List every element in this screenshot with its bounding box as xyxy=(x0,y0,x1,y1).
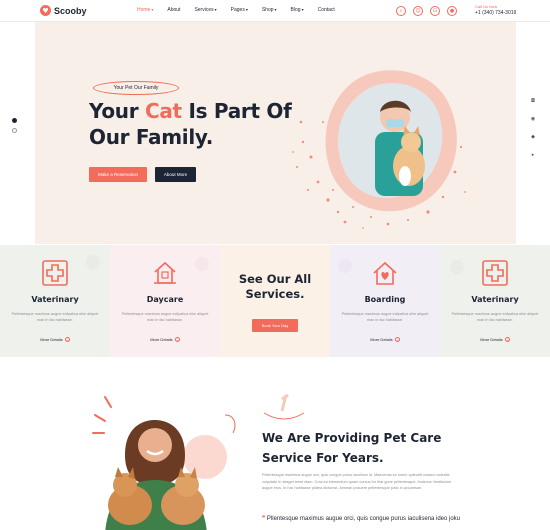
heart-house-icon xyxy=(373,261,397,285)
services-title: See Our All Services. xyxy=(238,272,312,301)
service-name: Vaterinary xyxy=(31,295,79,304)
chevron-down-icon: ▾ xyxy=(274,7,277,12)
service-desc: Pellentesque maximus augue ecilpalica ul… xyxy=(341,312,429,322)
nav-item-services[interactable]: Services▾ xyxy=(194,7,216,13)
social-links: ◘ ◉ ◆ ▸ xyxy=(530,98,536,158)
account-icon[interactable]: ● xyxy=(447,6,457,16)
nav-item-shop[interactable]: Shop▾ xyxy=(262,7,277,13)
hero-cat-image xyxy=(292,70,466,229)
service-card-vaterinary-1[interactable]: Vaterinary Pellentesque maximus augue ec… xyxy=(0,245,110,357)
paw-decoration xyxy=(338,259,352,273)
about-more-button[interactable]: About More xyxy=(155,167,196,182)
more-details-link[interactable]: More Details → xyxy=(110,337,220,342)
facebook-icon[interactable]: ▸ xyxy=(530,152,536,158)
search-icon[interactable]: ⌕ xyxy=(396,6,406,16)
hero-title: Your Cat Is Part Of Our Family. xyxy=(89,99,292,149)
nav-item-about[interactable]: About xyxy=(167,7,180,13)
service-card-daycare[interactable]: Daycare Pellentesque maximus augue ecilp… xyxy=(110,245,220,357)
hero-banner: Your Pet Our Family Your Cat Is Part Of … xyxy=(35,22,516,244)
cart-icon[interactable]: ⊡ xyxy=(430,6,440,16)
logo[interactable]: ♥ Scooby xyxy=(40,5,87,16)
service-desc: Pellentesque maximus augue ecilpalica ul… xyxy=(451,312,539,322)
slider-dot-1[interactable] xyxy=(12,118,17,123)
nav-item-contact[interactable]: Contact xyxy=(318,7,335,13)
nav-item-pages[interactable]: Pages▾ xyxy=(231,7,248,13)
page: ♥ Scooby Home▾ About Services▾ Pages▾ Sh… xyxy=(0,0,550,530)
about-quote: ❞ Pllentesque maximus augue orci, quis c… xyxy=(262,515,461,522)
site-header: ♥ Scooby Home▾ About Services▾ Pages▾ Sh… xyxy=(0,0,550,22)
services-strip: Vaterinary Pellentesque maximus augue ec… xyxy=(0,245,550,357)
arrow-right-icon: → xyxy=(174,337,180,342)
medical-cross-icon xyxy=(42,260,68,286)
call-us[interactable]: Call Us Now +1 (340) 734-3019 xyxy=(475,4,516,16)
chevron-down-icon: ▾ xyxy=(214,7,217,12)
pinterest-icon[interactable]: ◉ xyxy=(530,116,536,122)
more-details-link[interactable]: More Details → xyxy=(440,337,550,342)
paw-decoration-number xyxy=(263,393,305,420)
paw-decoration xyxy=(450,260,464,274)
arrow-right-icon: → xyxy=(504,337,510,342)
twitter-icon[interactable]: ◆ xyxy=(530,134,536,140)
service-desc: Pellentesque maximus augue ecilpalica ul… xyxy=(11,312,99,322)
service-name: Daycare xyxy=(146,295,184,304)
arrow-right-icon: → xyxy=(394,337,400,342)
service-name: Vaterinary xyxy=(471,295,519,304)
about-title: We Are Providing Pet Care Service For Yea… xyxy=(262,431,442,465)
about-paragraph: Pellentesque maximus augue orci, quis co… xyxy=(262,473,452,490)
chevron-down-icon: ▾ xyxy=(301,7,304,12)
service-desc: Pellentesque maximus augue ecilpalica ul… xyxy=(121,312,209,322)
quote-icon: ❞ xyxy=(262,515,266,522)
service-card-boarding[interactable]: Boarding Pellentesque maximus augue ecil… xyxy=(330,245,440,357)
about-section: We Are Providing Pet Care Service For Yea… xyxy=(0,357,550,530)
paw-heart-icon: ♥ xyxy=(40,5,51,16)
make-reservation-button[interactable]: Make a Reservation xyxy=(89,167,147,182)
nav-item-blog[interactable]: Blog▾ xyxy=(291,7,304,13)
more-details-link[interactable]: More Details → xyxy=(330,337,440,342)
logo-text: Scooby xyxy=(54,5,87,16)
paw-decoration xyxy=(86,255,100,269)
slider-dots xyxy=(12,118,17,138)
header-icons: ⌕ ☺ ⊡ ● xyxy=(396,6,457,16)
user-icon[interactable]: ☺ xyxy=(413,6,423,16)
pet-house-icon xyxy=(154,261,176,284)
paw-decoration xyxy=(195,257,209,271)
service-card-vaterinary-2[interactable]: Vaterinary Pellentesque maximus augue ec… xyxy=(440,245,550,357)
call-number: +1 (340) 734-3019 xyxy=(475,10,517,16)
arrow-right-icon: → xyxy=(64,337,70,342)
call-label: Call Us Now xyxy=(475,4,498,9)
more-details-link[interactable]: More Details → xyxy=(0,337,110,342)
woman-with-dogs-image xyxy=(92,396,236,530)
services-intro-card: See Our All Services. Book Your Day xyxy=(220,245,330,357)
hero-badge: Your Pet Our Family xyxy=(93,81,179,95)
instagram-icon[interactable]: ◘ xyxy=(530,98,536,104)
medical-cross-icon xyxy=(482,260,508,286)
service-name: Boarding xyxy=(364,295,406,304)
nav-item-home[interactable]: Home▾ xyxy=(137,7,153,13)
chevron-down-icon: ▾ xyxy=(245,7,248,12)
chevron-down-icon: ▾ xyxy=(151,7,154,12)
main-nav: Home▾ About Services▾ Pages▾ Shop▾ Blog▾… xyxy=(137,7,349,13)
book-your-day-button[interactable]: Book Your Day xyxy=(252,319,298,332)
slider-dot-2[interactable] xyxy=(12,128,17,133)
